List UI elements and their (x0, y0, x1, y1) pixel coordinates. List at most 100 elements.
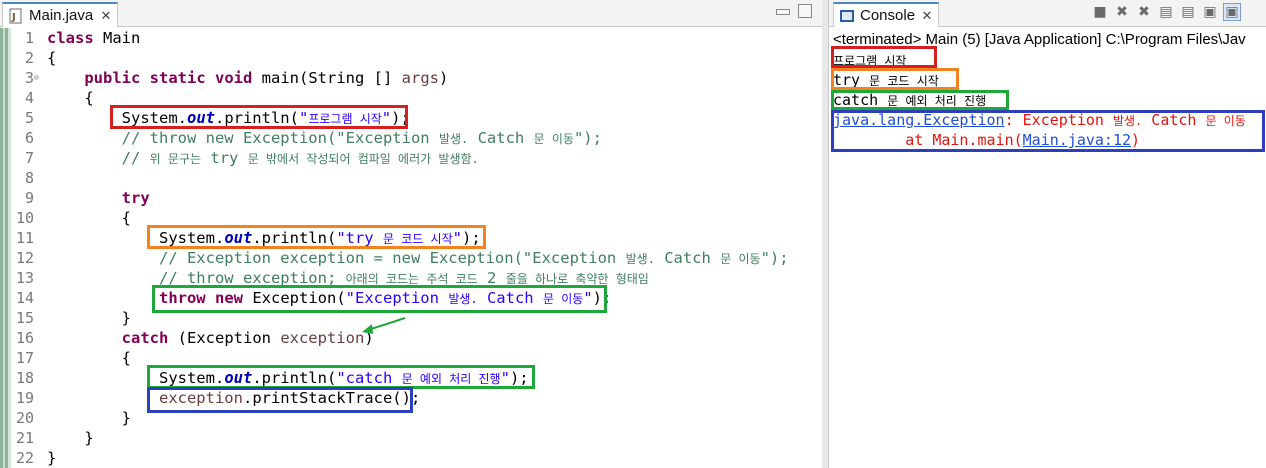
code-token: Catch (468, 129, 534, 147)
code-token: 문 코드 시작 (382, 232, 453, 246)
line-number: 10 (15, 209, 34, 227)
code-token: " (500, 369, 510, 387)
line-number: 1 (24, 29, 34, 47)
word-wrap-icon[interactable]: ▣ (1201, 3, 1219, 21)
code-text: // 위 문구는 try 문 밖에서 작성되어 컴파일 에러가 발생함. (47, 148, 479, 169)
console-token: Catch (1142, 111, 1206, 129)
code-line[interactable]: 13 // throw exception; 아래의 코드는 주석 코드 2 줄… (0, 268, 822, 288)
code-text: System.out.println("프로그램 시작"); (47, 108, 410, 129)
code-token: "); (573, 129, 602, 147)
code-text: // Exception exception = new Exception("… (47, 248, 789, 269)
code-text: public static void main(String [] args) (47, 68, 448, 88)
code-text: System.out.println("try 문 코드 시작"); (47, 228, 481, 249)
clear-console-icon[interactable]: ▤ (1157, 3, 1175, 21)
code-line[interactable]: 8 (0, 168, 822, 188)
code-line[interactable]: 4 { (0, 88, 822, 108)
code-line[interactable]: 19 exception.printStackTrace(); (0, 388, 822, 408)
line-number: 11 (15, 229, 34, 247)
scroll-lock-icon[interactable]: ▤ (1179, 3, 1197, 21)
code-token: exception (158, 389, 243, 407)
code-line[interactable]: 7 // 위 문구는 try 문 밖에서 작성되어 컴파일 에러가 발생함. (0, 148, 822, 168)
code-token: ); (592, 289, 612, 307)
code-text: System.out.println("catch 문 예외 처리 진행"); (47, 368, 529, 389)
code-token: out (224, 229, 253, 247)
code-line[interactable]: 17 { (0, 348, 822, 368)
line-number: 19 (15, 389, 34, 407)
code-line[interactable]: 5 System.out.println("프로그램 시작"); (0, 108, 822, 128)
code-text: } (47, 448, 56, 468)
code-token: .println( (252, 229, 337, 247)
tab-main-java[interactable]: J Main.java ✕ (2, 2, 118, 27)
console-line: java.lang.Exception: Exception 발생. Catch… (833, 110, 1246, 130)
stacktrace-link[interactable]: Main.java:12 (1023, 131, 1131, 149)
console-tab-bar: Console ✕ ■ ✖ ✖ ▤ ▤ ▣ ▣ (829, 0, 1266, 27)
code-token: class (47, 29, 94, 47)
pin-console-icon[interactable]: ▣ (1223, 3, 1241, 21)
close-icon[interactable]: ✕ (920, 8, 934, 24)
code-token: out (186, 109, 215, 127)
code-token: args (401, 69, 439, 87)
minimize-icon[interactable] (776, 9, 790, 15)
tab-label: Main.java (29, 7, 94, 24)
stacktrace-link[interactable]: java.lang.Exception (833, 111, 1005, 129)
code-line[interactable]: 21 } (0, 428, 822, 448)
code-token: } (47, 449, 57, 467)
code-line[interactable]: 22} (0, 448, 822, 468)
code-line[interactable]: 6 // throw new Exception("Exception 발생. … (0, 128, 822, 148)
fold-toggle-icon[interactable]: ⊖ (34, 74, 39, 82)
code-token: " (583, 289, 593, 307)
code-token: .printStackTrace(); (242, 389, 421, 407)
close-icon[interactable]: ✕ (99, 8, 113, 24)
code-line[interactable]: 1 class Main (0, 28, 822, 48)
code-text: } (47, 428, 93, 448)
code-line[interactable]: 3 ⊖ public static void main(String [] arg… (0, 68, 822, 88)
code-line[interactable]: 12 // Exception exception = new Exceptio… (0, 248, 822, 268)
remove-launch-icon[interactable]: ✖ (1113, 3, 1131, 21)
code-text: { (47, 348, 131, 368)
editor-pane[interactable]: J Main.java ✕ 1 class Main 2{3 ⊖ public sta… (0, 0, 822, 468)
tab-console[interactable]: Console ✕ (833, 2, 939, 27)
code-line[interactable]: 9 try (0, 188, 822, 208)
code-token: "catch (336, 369, 402, 387)
code-token: ); (461, 229, 481, 247)
code-token: { (47, 349, 131, 367)
code-token: 발생. (438, 132, 469, 146)
console-tab-label: Console (860, 7, 916, 24)
line-number: 13 (15, 269, 34, 287)
code-text: { (47, 88, 94, 108)
code-line[interactable]: 20 } (0, 408, 822, 428)
code-token: { (47, 89, 94, 107)
line-number: 3 (24, 69, 34, 87)
console-token: : Exception (1004, 111, 1113, 129)
code-line[interactable]: 10 { (0, 208, 822, 228)
line-number: 15 (15, 309, 34, 327)
code-line[interactable]: 18 System.out.println("catch 문 예외 처리 진행"… (0, 368, 822, 388)
code-token: new (215, 289, 243, 307)
code-line[interactable]: 2{ (0, 48, 822, 68)
code-token: throw (158, 289, 206, 307)
code-line[interactable]: 14 throw new Exception("Exception 발생. Ca… (0, 288, 822, 308)
code-token: try (201, 149, 248, 167)
code-token: } (47, 309, 131, 327)
code-token: // (121, 149, 150, 167)
line-number: 6 (24, 129, 34, 147)
code-token: 문 이동 (720, 252, 761, 266)
code-token: catch (121, 329, 169, 347)
maximize-icon[interactable] (798, 4, 812, 18)
console-pane[interactable]: Console ✕ ■ ✖ ✖ ▤ ▤ ▣ ▣ <terminated> Mai… (828, 0, 1266, 468)
code-line[interactable]: 11 System.out.println("try 문 코드 시작"); (0, 228, 822, 248)
console-toolbar: ■ ✖ ✖ ▤ ▤ ▣ ▣ (1091, 3, 1241, 21)
terminate-icon[interactable]: ■ (1091, 3, 1109, 21)
code-token: "Exception (345, 289, 449, 307)
code-token: public (84, 69, 141, 87)
remove-all-terminated-icon[interactable]: ✖ (1135, 3, 1153, 21)
code-token: exception (280, 329, 365, 347)
console-line: 프로그램 시작 (833, 50, 906, 70)
code-token: { (47, 49, 57, 67)
